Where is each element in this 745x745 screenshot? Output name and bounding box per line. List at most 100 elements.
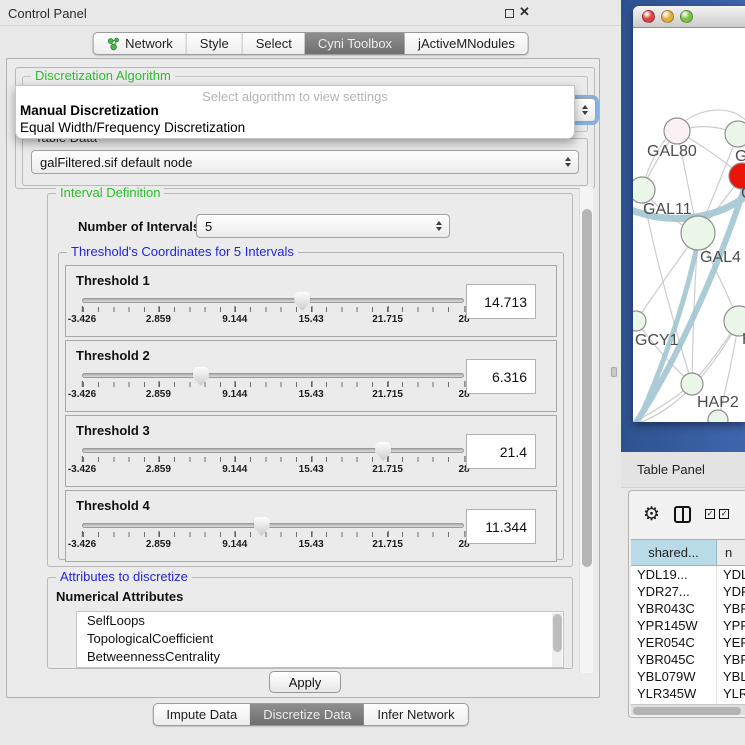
cell-name[interactable]: YDR2 bbox=[717, 583, 745, 600]
tab-infer-network[interactable]: Infer Network bbox=[364, 704, 467, 725]
cell-name[interactable]: YER0 bbox=[717, 634, 745, 651]
tick-label: 15.43 bbox=[299, 389, 324, 400]
tick-label: 9.144 bbox=[222, 314, 247, 325]
tab-network[interactable]: Network bbox=[93, 33, 186, 54]
network-canvas[interactable]: GAL80 GA C GAL11 GAL4 GCY1 H HAP2 bbox=[633, 28, 745, 422]
tab-select[interactable]: Select bbox=[242, 33, 305, 54]
cell-name[interactable]: YBR0 bbox=[717, 651, 745, 668]
threshold-2-ticks bbox=[83, 382, 463, 387]
table-horizontal-scrollbar[interactable] bbox=[631, 704, 745, 715]
cell-shared-name[interactable]: YBR043C bbox=[631, 600, 717, 617]
attributes-list-scrollbar[interactable] bbox=[552, 613, 562, 668]
checkbox-icon[interactable]: ✓ bbox=[719, 509, 729, 519]
number-of-intervals-combobox[interactable]: 5 bbox=[196, 214, 450, 238]
node-gal4[interactable] bbox=[681, 216, 715, 250]
network-view-window[interactable]: GAL80 GA C GAL11 GAL4 GCY1 H HAP2 bbox=[633, 6, 745, 422]
settings-scrollbar[interactable] bbox=[579, 187, 593, 673]
column-header-name[interactable]: n bbox=[717, 540, 745, 565]
cell-shared-name[interactable]: YBR045C bbox=[631, 651, 717, 668]
cell-shared-name[interactable]: YER054C bbox=[631, 634, 717, 651]
cell-shared-name[interactable]: YLR345W bbox=[631, 685, 717, 702]
algorithm-dropdown-popup: Select algorithm to view settings Manual… bbox=[15, 85, 575, 139]
split-columns-icon[interactable] bbox=[674, 506, 691, 523]
cell-name[interactable]: YLR3 bbox=[717, 685, 745, 702]
node-gal11[interactable] bbox=[633, 177, 655, 203]
table-row[interactable]: YDL19...YDL1 bbox=[631, 566, 745, 583]
threshold-3-track[interactable] bbox=[82, 448, 464, 453]
tab-discretize-data-label: Discretize Data bbox=[263, 707, 351, 722]
table-data-group: Table Data galFiltered.sif default node bbox=[22, 138, 588, 186]
node-gcy1[interactable] bbox=[633, 311, 646, 331]
cell-shared-name[interactable]: YDL19... bbox=[631, 566, 717, 583]
dropdown-option-manual-discretization[interactable]: Manual Discretization bbox=[16, 102, 574, 119]
discretization-algorithm-title: Discretization Algorithm bbox=[31, 69, 175, 83]
settings-scrollbar-thumb[interactable] bbox=[582, 209, 592, 567]
panel-resize-grip[interactable] bbox=[611, 367, 617, 377]
table-row[interactable]: YPR145WYPR1 bbox=[631, 617, 745, 634]
tab-cyni-toolbox[interactable]: Cyni Toolbox bbox=[305, 33, 405, 54]
minimize-window-icon[interactable] bbox=[661, 10, 674, 23]
node-gal80[interactable] bbox=[664, 118, 690, 144]
list-item-topologicalcoefficient[interactable]: TopologicalCoefficient bbox=[77, 630, 563, 648]
network-window-titlebar[interactable] bbox=[633, 6, 745, 28]
tick-label: -3.426 bbox=[68, 389, 96, 400]
threshold-2-slider[interactable]: -3.426 2.859 9.144 15.43 21.715 28 bbox=[82, 365, 464, 409]
label-gal11: GAL11 bbox=[643, 201, 692, 218]
threshold-1-slider[interactable]: -3.426 2.859 9.144 15.43 21.715 28 bbox=[82, 290, 464, 334]
tab-impute-data[interactable]: Impute Data bbox=[153, 704, 250, 725]
stepper-icon bbox=[579, 105, 591, 115]
cell-name[interactable]: YBR0 bbox=[717, 600, 745, 617]
threshold-2-value-field[interactable]: 6.316 bbox=[466, 359, 536, 394]
attributes-group: Attributes to discretize Numerical Attri… bbox=[47, 577, 573, 669]
cell-shared-name[interactable]: YPR145W bbox=[631, 617, 717, 634]
checkbox-icon[interactable]: ✓ bbox=[705, 509, 715, 519]
tab-style[interactable]: Style bbox=[186, 33, 242, 54]
tab-network-label: Network bbox=[125, 36, 173, 51]
cell-name[interactable]: YDL1 bbox=[717, 566, 745, 583]
tick-label: 2.859 bbox=[146, 539, 171, 550]
threshold-3-slider[interactable]: -3.426 2.859 9.144 15.43 21.715 28 bbox=[82, 440, 464, 484]
table-row[interactable]: YER054CYER0 bbox=[631, 634, 745, 651]
threshold-3-value-field[interactable]: 21.4 bbox=[466, 434, 536, 469]
cell-shared-name[interactable]: YDR27... bbox=[631, 583, 717, 600]
table-row[interactable]: YBL079WYBL0 bbox=[631, 668, 745, 685]
threshold-4-slider[interactable]: -3.426 2.859 9.144 15.43 21.715 28 bbox=[82, 515, 464, 559]
threshold-2-track[interactable] bbox=[82, 373, 464, 378]
list-item-betweennesscentrality[interactable]: BetweennessCentrality bbox=[77, 648, 563, 666]
tick-label: 21.715 bbox=[372, 464, 403, 475]
tab-discretize-data[interactable]: Discretize Data bbox=[250, 704, 364, 725]
gear-icon[interactable]: ⚙ bbox=[643, 505, 660, 524]
table-panel-body: ⚙ ✓ ✓ shared... n YDL19...YDL1 YDR27...Y… bbox=[628, 490, 745, 718]
apply-button[interactable]: Apply bbox=[269, 671, 341, 693]
table-row[interactable]: YDR27...YDR2 bbox=[631, 583, 745, 600]
select-columns-icons: ✓ ✓ bbox=[705, 509, 729, 519]
close-panel-icon[interactable]: ✕ bbox=[519, 4, 530, 20]
tick-label: 15.43 bbox=[299, 464, 324, 475]
table-row[interactable]: YLR345WYLR3 bbox=[631, 685, 745, 702]
dropdown-option-equal-width-frequency[interactable]: Equal Width/Frequency Discretization bbox=[16, 119, 574, 136]
threshold-4-ticks bbox=[83, 532, 463, 537]
label-partial-top-right: GA bbox=[735, 148, 745, 165]
node-partial-top-right[interactable] bbox=[725, 121, 745, 147]
table-row[interactable]: YBR045CYBR0 bbox=[631, 651, 745, 668]
table-row[interactable]: YBR043CYBR0 bbox=[631, 600, 745, 617]
threshold-1-track[interactable] bbox=[82, 298, 464, 303]
column-header-shared-name[interactable]: shared... bbox=[631, 540, 717, 565]
cell-name[interactable]: YBL0 bbox=[717, 668, 745, 685]
cell-shared-name[interactable]: YBL079W bbox=[631, 668, 717, 685]
dropdown-hint: Select algorithm to view settings bbox=[16, 86, 574, 102]
threshold-4-value-field[interactable]: 11.344 bbox=[466, 509, 536, 544]
table-data-combobox[interactable]: galFiltered.sif default node bbox=[31, 150, 579, 174]
threshold-4-track[interactable] bbox=[82, 523, 464, 528]
tab-jactivemnodules[interactable]: jActiveMNodules bbox=[405, 33, 528, 54]
table-horizontal-scrollbar-thumb[interactable] bbox=[633, 707, 741, 715]
node-hap2[interactable] bbox=[681, 373, 703, 395]
node-partial-bottom[interactable] bbox=[708, 410, 728, 422]
list-item-selfloops[interactable]: SelfLoops bbox=[77, 612, 563, 630]
zoom-window-icon[interactable] bbox=[680, 10, 693, 23]
threshold-1-value-field[interactable]: 14.713 bbox=[466, 284, 536, 319]
float-panel-icon[interactable] bbox=[505, 9, 514, 18]
cell-name[interactable]: YPR1 bbox=[717, 617, 745, 634]
thresholds-group-title: Threshold's Coordinates for 5 Intervals bbox=[67, 245, 298, 259]
close-window-icon[interactable] bbox=[642, 10, 655, 23]
